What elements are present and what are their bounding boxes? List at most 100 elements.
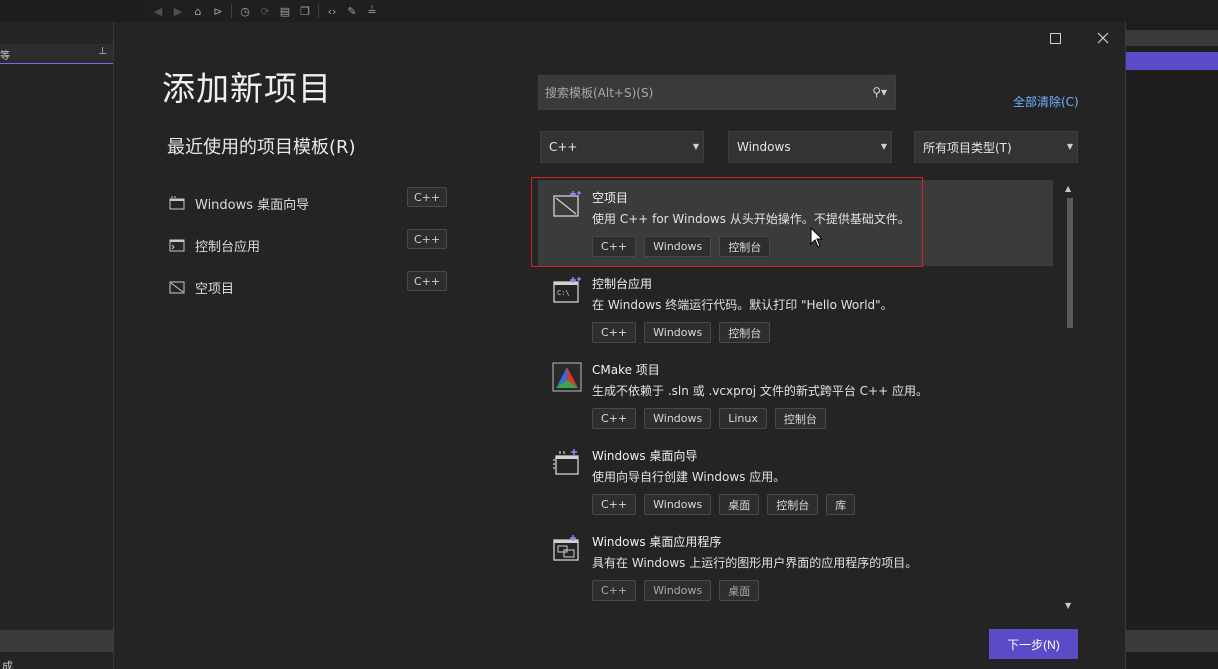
template-tag: 控制台	[774, 408, 826, 429]
panel-title: 等	[0, 51, 10, 62]
recent-item-console-app[interactable]: 控制台应用 C++	[169, 224, 449, 266]
collapse-icon[interactable]: ▤	[278, 4, 292, 18]
template-list: 空项目 使用 C++ for Windows 从头开始操作。不提供基础文件。 C…	[538, 180, 1053, 610]
language-tag: C++	[407, 229, 447, 249]
template-tag: Windows	[644, 236, 712, 257]
recent-item-label: 空项目	[195, 281, 235, 297]
template-item-console-app[interactable]: C:\ 控制台应用 在 Windows 终端运行代码。默认打印 "Hello W…	[538, 266, 1053, 352]
template-item-desktop-app[interactable]: Windows 桌面应用程序 具有在 Windows 上运行的图形用户界面的应用…	[538, 524, 1053, 610]
maximize-button[interactable]	[1040, 28, 1070, 48]
right-panel-accent	[1126, 52, 1218, 70]
scroll-up-icon[interactable]: ▲	[1065, 184, 1071, 193]
template-tags: C++ Windows 控制台	[592, 322, 771, 343]
history-icon[interactable]: ◷	[238, 4, 252, 18]
template-description: 使用向导自行创建 Windows 应用。	[592, 470, 786, 484]
close-icon	[1097, 32, 1109, 44]
template-tag: C++	[592, 322, 637, 343]
vs-icon[interactable]: ⊳	[211, 4, 225, 18]
toolbar-separator	[231, 4, 232, 18]
language-tag: C++	[407, 271, 447, 291]
template-search-box: ⚲▾	[538, 75, 896, 110]
template-description: 使用 C++ for Windows 从头开始操作。不提供基础文件。	[592, 212, 910, 226]
recent-item-desktop-wizard[interactable]: Windows 桌面向导 C++	[169, 182, 449, 224]
platform-filter-value: Windows	[737, 140, 791, 154]
template-item-desktop-wizard[interactable]: Windows 桌面向导 使用向导自行创建 Windows 应用。 C++ Wi…	[538, 438, 1053, 524]
project-type-filter-value: 所有项目类型(T)	[923, 140, 1012, 155]
back-icon[interactable]: ◀	[151, 4, 165, 18]
template-tag: C++	[592, 236, 637, 257]
template-list-scrollbar[interactable]: ▲ ▼	[1063, 182, 1077, 610]
language-tag: C++	[407, 187, 447, 207]
ide-right-panel	[1126, 22, 1218, 669]
wrench-icon[interactable]: ✎	[345, 4, 359, 18]
page-title: 添加新项目	[162, 69, 332, 108]
template-description: 具有在 Windows 上运行的图形用户界面的应用程序的项目。	[592, 556, 918, 570]
cmake-icon	[552, 362, 582, 392]
template-tag: C++	[592, 580, 637, 601]
right-panel-header	[1126, 30, 1218, 46]
refresh-icon[interactable]: ⟳	[258, 4, 272, 18]
template-tag: 桌面	[719, 494, 760, 515]
template-tag: Windows	[644, 494, 712, 515]
language-filter-dropdown[interactable]: C++ ▼	[540, 131, 704, 163]
empty-project-icon	[553, 191, 581, 217]
add-new-item-dialog: 添加新项目 最近使用的项目模板(R) Windows 桌面向导 C++ 控制台应…	[113, 22, 1126, 669]
chevron-down-icon: ▼	[1066, 142, 1073, 151]
recent-templates-list: Windows 桌面向导 C++ 控制台应用 C++ 空项目 C++	[169, 182, 449, 308]
search-icon[interactable]: ⚲▾	[872, 85, 887, 99]
preview-icon[interactable]: ≟	[365, 4, 379, 18]
clear-all-link[interactable]: 全部清除(C)	[1013, 93, 1079, 110]
template-name: Windows 桌面向导	[592, 449, 698, 463]
chevron-down-icon: ▼	[880, 142, 887, 151]
code-icon[interactable]: ‹›	[325, 4, 339, 18]
desktop-app-icon	[553, 535, 579, 561]
copy-icon[interactable]: ❐	[298, 4, 312, 18]
status-text: 成	[2, 660, 13, 669]
right-bottom-bar	[1126, 630, 1218, 652]
scroll-down-icon[interactable]: ▼	[1065, 601, 1071, 610]
console-app-icon: C:\	[553, 277, 581, 303]
template-description: 在 Windows 终端运行代码。默认打印 "Hello World"。	[592, 298, 893, 312]
platform-filter-dropdown[interactable]: Windows ▼	[728, 131, 892, 163]
template-tags: C++ Windows 控制台	[592, 236, 771, 257]
template-tags: C++ Windows 桌面	[592, 580, 760, 601]
recent-item-label: Windows 桌面向导	[195, 197, 310, 213]
pin-icon[interactable]: ⊥	[98, 46, 107, 57]
desktop-wizard-icon	[169, 196, 185, 210]
template-tag: 控制台	[719, 322, 771, 343]
template-description: 生成不依赖于 .sln 或 .vcxproj 文件的新式跨平台 C++ 应用。	[592, 384, 928, 398]
maximize-icon	[1049, 32, 1061, 44]
project-type-filter-dropdown[interactable]: 所有项目类型(T) ▼	[914, 131, 1078, 163]
template-tags: C++ Windows 桌面 控制台 库	[592, 494, 856, 515]
template-tag: Windows	[644, 580, 712, 601]
left-bottom-bar	[0, 630, 113, 652]
template-tag: Windows	[644, 322, 712, 343]
home-icon[interactable]: ⌂	[191, 4, 205, 18]
template-name: 控制台应用	[592, 277, 653, 291]
ide-left-panel: 等 ⊥ 成	[0, 22, 113, 669]
template-tag: Windows	[644, 408, 712, 429]
search-input[interactable]	[539, 76, 859, 109]
toolbar-separator	[318, 4, 319, 18]
close-button[interactable]	[1088, 28, 1118, 48]
template-tags: C++ Windows Linux 控制台	[592, 408, 826, 429]
language-filter-value: C++	[549, 140, 578, 154]
template-tag: 桌面	[719, 580, 760, 601]
empty-project-icon	[169, 281, 185, 294]
console-app-icon	[169, 239, 185, 252]
panel-header: 等 ⊥	[0, 44, 113, 64]
scrollbar-thumb[interactable]	[1067, 198, 1073, 328]
template-tag: Linux	[719, 408, 767, 429]
recent-item-empty-project[interactable]: 空项目 C++	[169, 266, 449, 308]
recent-templates-heading: 最近使用的项目模板(R)	[167, 137, 356, 158]
template-tag: C++	[592, 408, 637, 429]
template-tag: 控制台	[719, 236, 771, 257]
next-button[interactable]: 下一步(N)	[989, 629, 1078, 659]
template-item-empty-project[interactable]: 空项目 使用 C++ for Windows 从头开始操作。不提供基础文件。 C…	[538, 180, 1053, 266]
ide-toolbar: ◀ ▶ ⌂ ⊳ ◷ ⟳ ▤ ❐ ‹› ✎ ≟	[143, 0, 1218, 22]
template-name: 空项目	[592, 191, 629, 205]
forward-icon[interactable]: ▶	[171, 4, 185, 18]
svg-text:C:\: C:\	[557, 289, 570, 297]
template-name: CMake 项目	[592, 363, 660, 377]
template-item-cmake-project[interactable]: CMake 项目 生成不依赖于 .sln 或 .vcxproj 文件的新式跨平台…	[538, 352, 1053, 438]
